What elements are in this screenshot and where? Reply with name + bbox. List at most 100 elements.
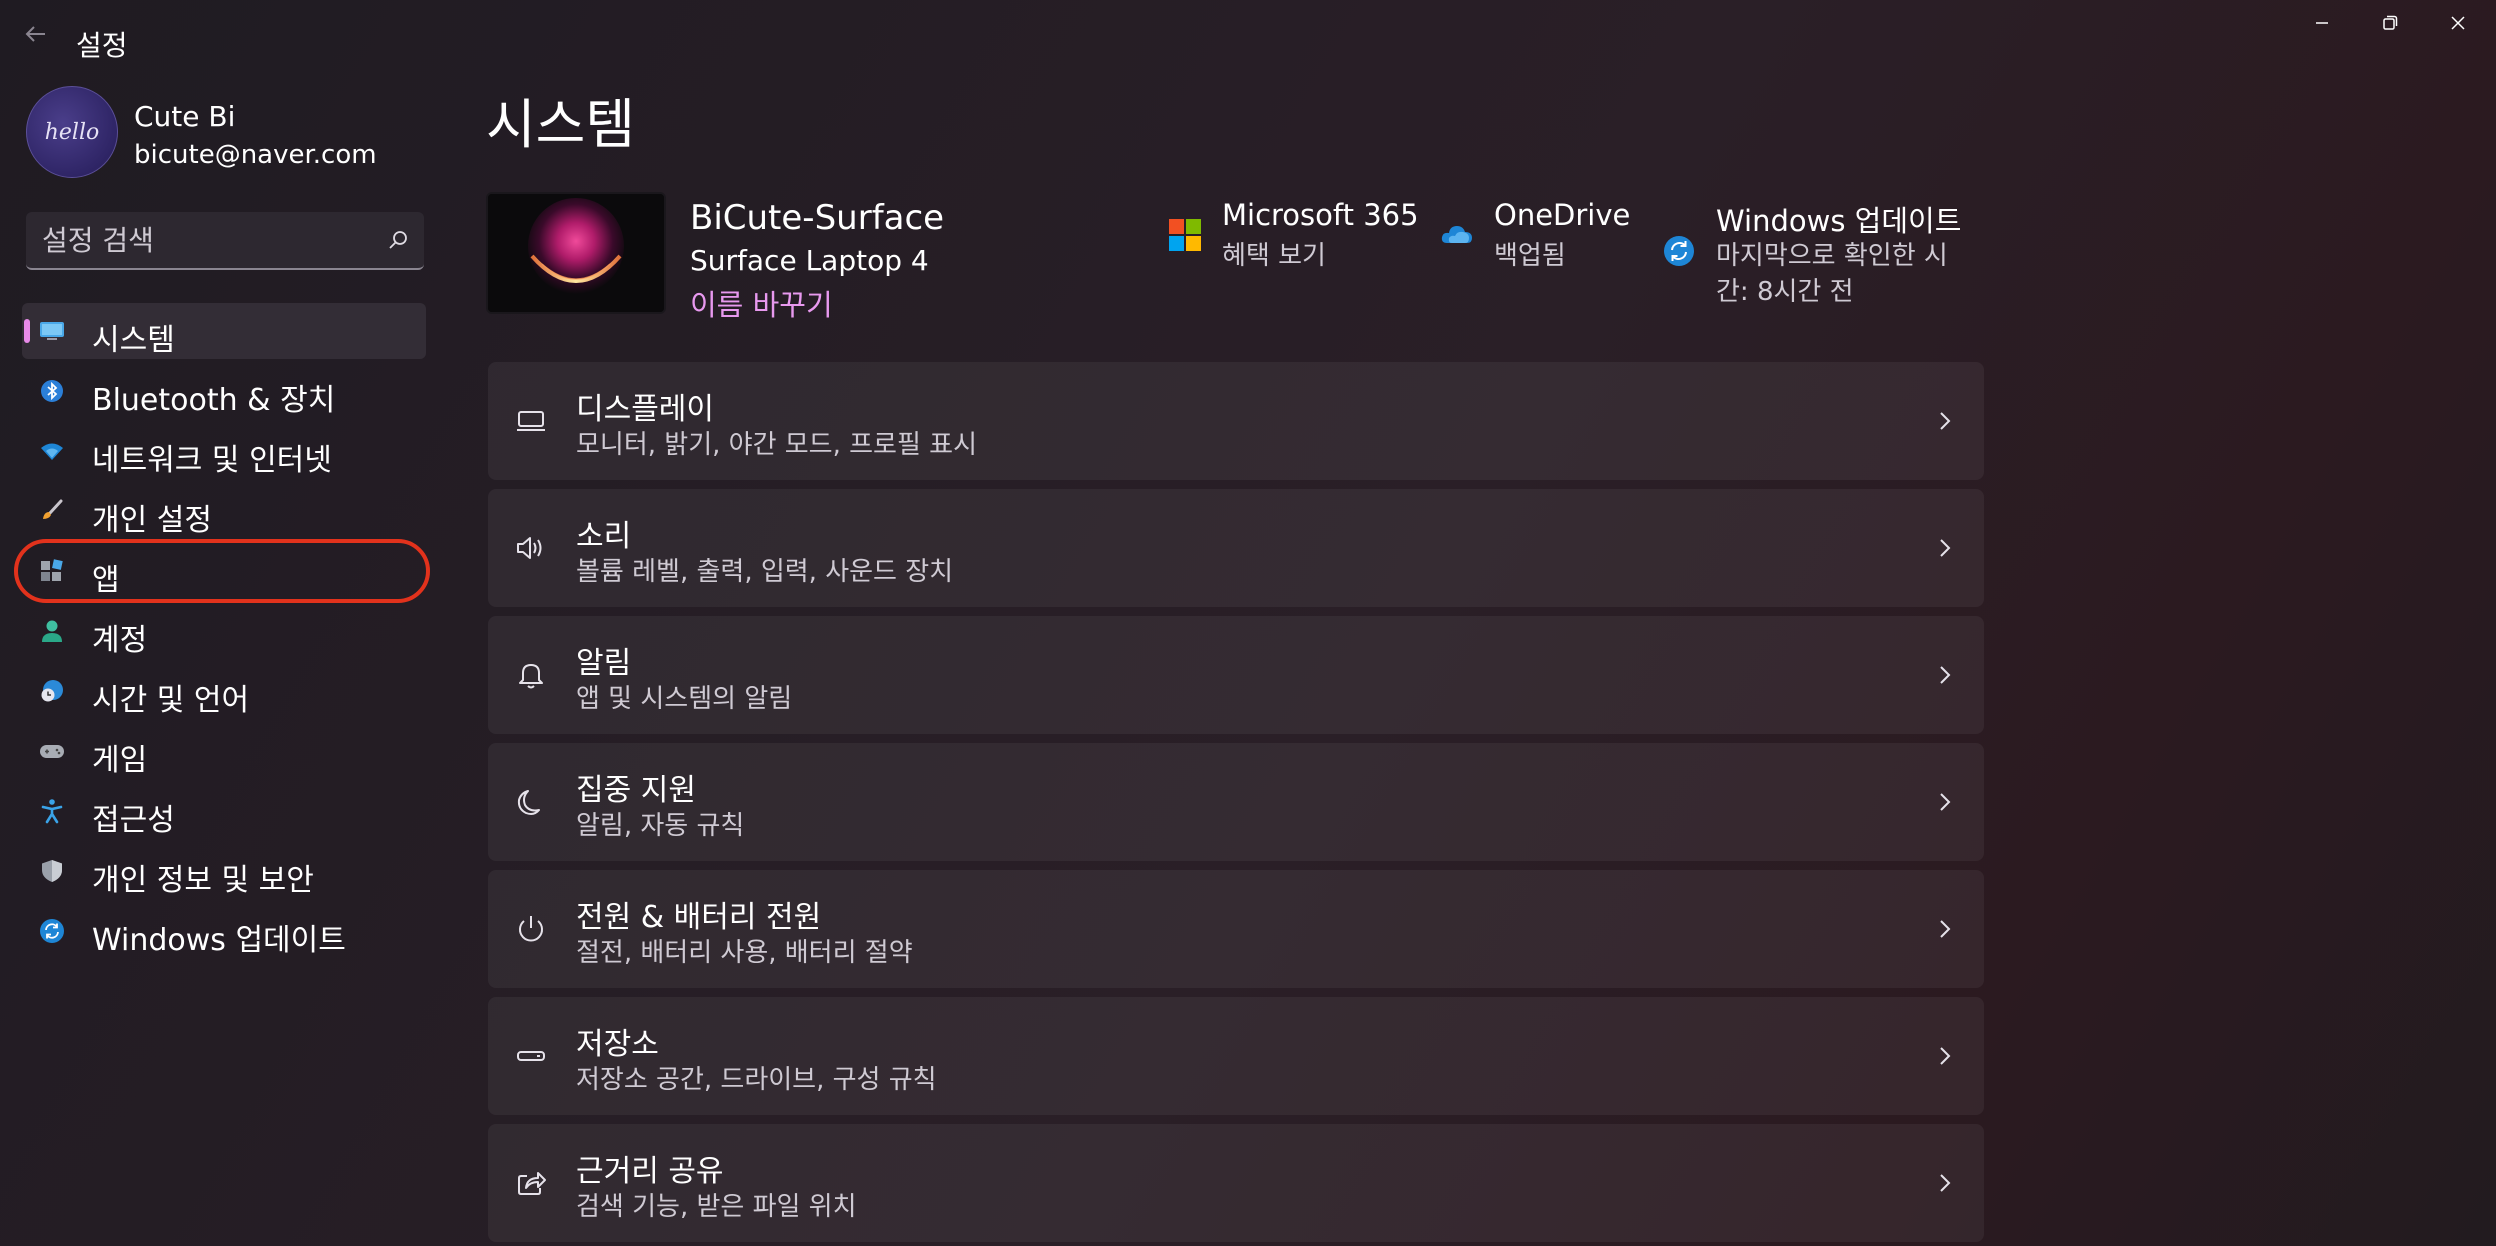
moon-icon: [517, 790, 540, 815]
sidebar-item-bluetooth[interactable]: Bluetooth & 장치: [22, 363, 426, 419]
monitor-icon: [40, 322, 64, 340]
setting-power-battery[interactable]: 전원 & 배터리 전원 절전, 배터리 사용, 배터리 절약: [488, 870, 1984, 988]
sidebar-item-personalization[interactable]: 개인 설정: [22, 483, 426, 539]
rename-link[interactable]: 이름 바꾸기: [690, 282, 833, 324]
sidebar-item-label: 개인 정보 및 보안: [92, 863, 314, 898]
sidebar-item-label: 게임: [92, 743, 148, 778]
update-icon: [40, 919, 64, 943]
apps-icon: [41, 559, 63, 581]
person-icon: [42, 620, 62, 642]
minimize-button[interactable]: [2288, 0, 2356, 46]
app-title: 설정: [76, 29, 128, 62]
avatar: hello: [26, 86, 118, 178]
speaker-icon: [517, 537, 542, 559]
sidebar-item-label: 계정: [92, 623, 148, 658]
sidebar-item-system[interactable]: 시스템: [22, 303, 426, 359]
chevron-right-icon: [1940, 1047, 1951, 1065]
setting-subtitle: 모니터, 밝기, 야간 모드, 프로필 표시: [576, 430, 977, 460]
wifi-icon: [41, 443, 63, 460]
selection-indicator: [24, 319, 30, 343]
setting-subtitle: 앱 및 시스템의 알림: [576, 684, 793, 714]
device-name: BiCute-Surface: [690, 198, 945, 238]
sidebar-item-privacy-security[interactable]: 개인 정보 및 보안: [22, 843, 426, 899]
setting-title: 소리: [576, 519, 632, 554]
settings-list: 디스플레이 모니터, 밝기, 야간 모드, 프로필 표시 소리 볼륨 레벨, 출…: [488, 362, 1984, 1246]
setting-subtitle: 검색 기능, 받은 파일 위치: [576, 1192, 857, 1222]
setting-title: 전원 & 배터리 전원: [576, 900, 822, 935]
card-subtitle: 마지막으로 확인한 시 간: 8시간 전: [1716, 238, 1948, 310]
sidebar-item-label: 시간 및 언어: [92, 683, 250, 718]
card-subtitle-line: 마지막으로 확인한 시: [1716, 241, 1948, 271]
chevron-right-icon: [1940, 920, 1951, 938]
sidebar-item-accounts[interactable]: 계정: [22, 603, 426, 659]
sidebar-item-time-language[interactable]: 시간 및 언어: [22, 663, 426, 719]
setting-subtitle: 절전, 배터리 사용, 배터리 절약: [576, 938, 913, 968]
close-button[interactable]: [2424, 0, 2492, 46]
sidebar-item-label: 접근성: [92, 803, 175, 838]
power-icon: [519, 916, 543, 942]
microsoft365-card[interactable]: Microsoft 365 혜택 보기: [1168, 198, 1419, 278]
display-icon: [517, 411, 545, 431]
search-input[interactable]: [26, 212, 366, 268]
search-icon[interactable]: [386, 228, 410, 252]
card-title: Microsoft 365: [1222, 198, 1419, 232]
user-email: bicute@naver.com: [134, 140, 377, 170]
cloud-icon: [1441, 226, 1472, 243]
card-subtitle-line: 간: 8시간 전: [1716, 277, 1854, 307]
sidebar-item-label: Windows 업데이트: [92, 923, 346, 958]
chevron-right-icon: [1940, 1174, 1951, 1192]
brush-icon: [43, 499, 63, 519]
user-name: Cute Bi: [134, 100, 236, 133]
setting-subtitle: 알림, 자동 규칙: [576, 811, 745, 841]
chevron-right-icon: [1940, 666, 1951, 684]
storage-icon: [517, 1051, 545, 1061]
chevron-right-icon: [1940, 539, 1951, 557]
restore-button[interactable]: [2356, 0, 2424, 46]
setting-display[interactable]: 디스플레이 모니터, 밝기, 야간 모드, 프로필 표시: [488, 362, 1984, 480]
setting-subtitle: 볼륨 레벨, 출력, 입력, 사운드 장치: [576, 557, 954, 587]
update-icon: [1664, 236, 1694, 266]
restore-icon: [2383, 15, 2398, 30]
sidebar-item-label: 앱: [92, 563, 120, 598]
title-bar: 설정: [0, 0, 2496, 80]
card-subtitle: 혜택 보기: [1222, 241, 1326, 271]
sidebar-item-label: Bluetooth & 장치: [92, 383, 336, 418]
sidebar-item-accessibility[interactable]: 접근성: [22, 783, 426, 839]
sidebar-nav: 시스템 Bluetooth & 장치 네트워크 및 인터넷 개인 설정 앱 계정…: [14, 303, 430, 963]
setting-notifications[interactable]: 알림 앱 및 시스템의 알림: [488, 616, 1984, 734]
accessibility-icon: [41, 799, 63, 824]
back-button[interactable]: [16, 14, 56, 54]
device-thumbnail: [486, 192, 666, 314]
microsoft-logo-icon: [1169, 219, 1201, 251]
close-icon: [2451, 16, 2465, 30]
setting-storage[interactable]: 저장소 저장소 공간, 드라이브, 구성 규칙: [488, 997, 1984, 1115]
setting-title: 디스플레이: [576, 392, 714, 427]
setting-nearby-sharing[interactable]: 근거리 공유 검색 기능, 받은 파일 위치: [488, 1124, 1984, 1242]
minimize-icon: [2316, 22, 2328, 24]
search-box: [26, 212, 424, 270]
setting-title: 알림: [576, 646, 632, 681]
sidebar-item-windows-update[interactable]: Windows 업데이트: [22, 903, 426, 959]
chevron-right-icon: [1940, 793, 1951, 811]
device-model: Surface Laptop 4: [690, 244, 929, 277]
onedrive-card[interactable]: OneDrive 백업됨: [1440, 198, 1630, 278]
windows-update-card[interactable]: Windows 업데이트 마지막으로 확인한 시 간: 8시간 전: [1662, 198, 1992, 318]
sidebar-item-network[interactable]: 네트워크 및 인터넷: [22, 423, 426, 479]
shield-icon: [42, 860, 62, 882]
card-subtitle: 백업됨: [1494, 241, 1566, 271]
sidebar-item-gaming[interactable]: 게임: [22, 723, 426, 779]
setting-subtitle: 저장소 공간, 드라이브, 구성 규칙: [576, 1065, 937, 1095]
setting-title: 저장소: [576, 1027, 659, 1062]
card-title: OneDrive: [1494, 198, 1631, 232]
share-icon: [518, 1172, 546, 1195]
sidebar-item-apps[interactable]: 앱: [14, 539, 430, 603]
wallpaper-image: [488, 194, 664, 312]
bluetooth-icon: [41, 380, 63, 402]
gamepad-icon: [40, 745, 64, 758]
globe-clock-icon: [41, 680, 63, 702]
setting-sound[interactable]: 소리 볼륨 레벨, 출력, 입력, 사운드 장치: [488, 489, 1984, 607]
back-arrow-icon: [25, 26, 45, 42]
sidebar-item-label: 네트워크 및 인터넷: [92, 443, 332, 478]
page-title: 시스템: [486, 93, 636, 156]
setting-focus-assist[interactable]: 집중 지원 알림, 자동 규칙: [488, 743, 1984, 861]
